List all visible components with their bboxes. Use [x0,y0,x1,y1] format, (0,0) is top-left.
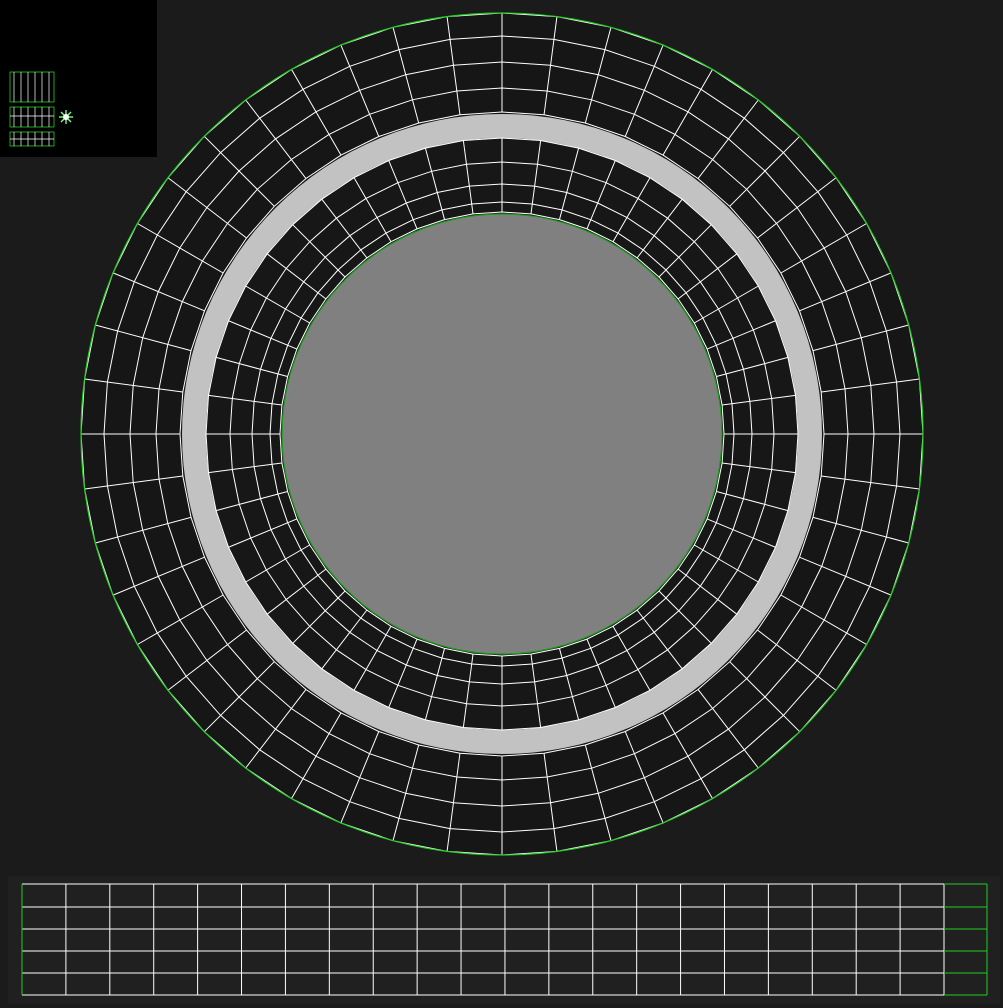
tread-strip-background [8,876,1000,1004]
uv-thumbnail[interactable] [0,0,157,157]
uv-viewport[interactable] [0,0,1003,1008]
pivot-star-icon[interactable] [59,110,73,124]
hub-disc [282,214,722,654]
thumbnail-preview [9,71,73,147]
